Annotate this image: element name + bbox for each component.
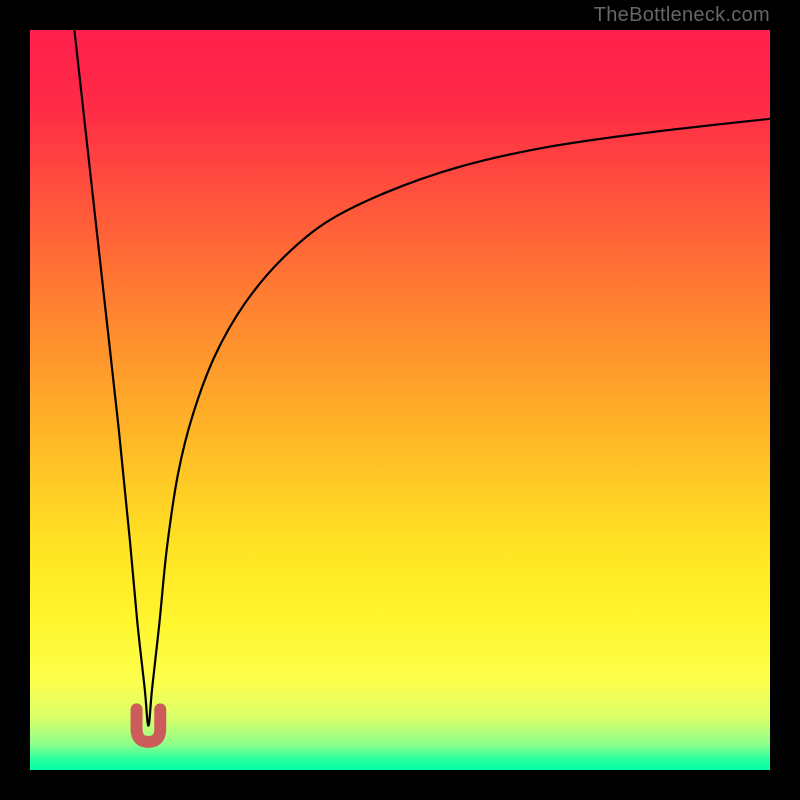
plot-area (30, 30, 770, 770)
curve-layer (30, 30, 770, 770)
chart-frame: TheBottleneck.com (0, 0, 800, 800)
watermark-text: TheBottleneck.com (594, 4, 770, 27)
bottleneck-curve (74, 30, 770, 726)
